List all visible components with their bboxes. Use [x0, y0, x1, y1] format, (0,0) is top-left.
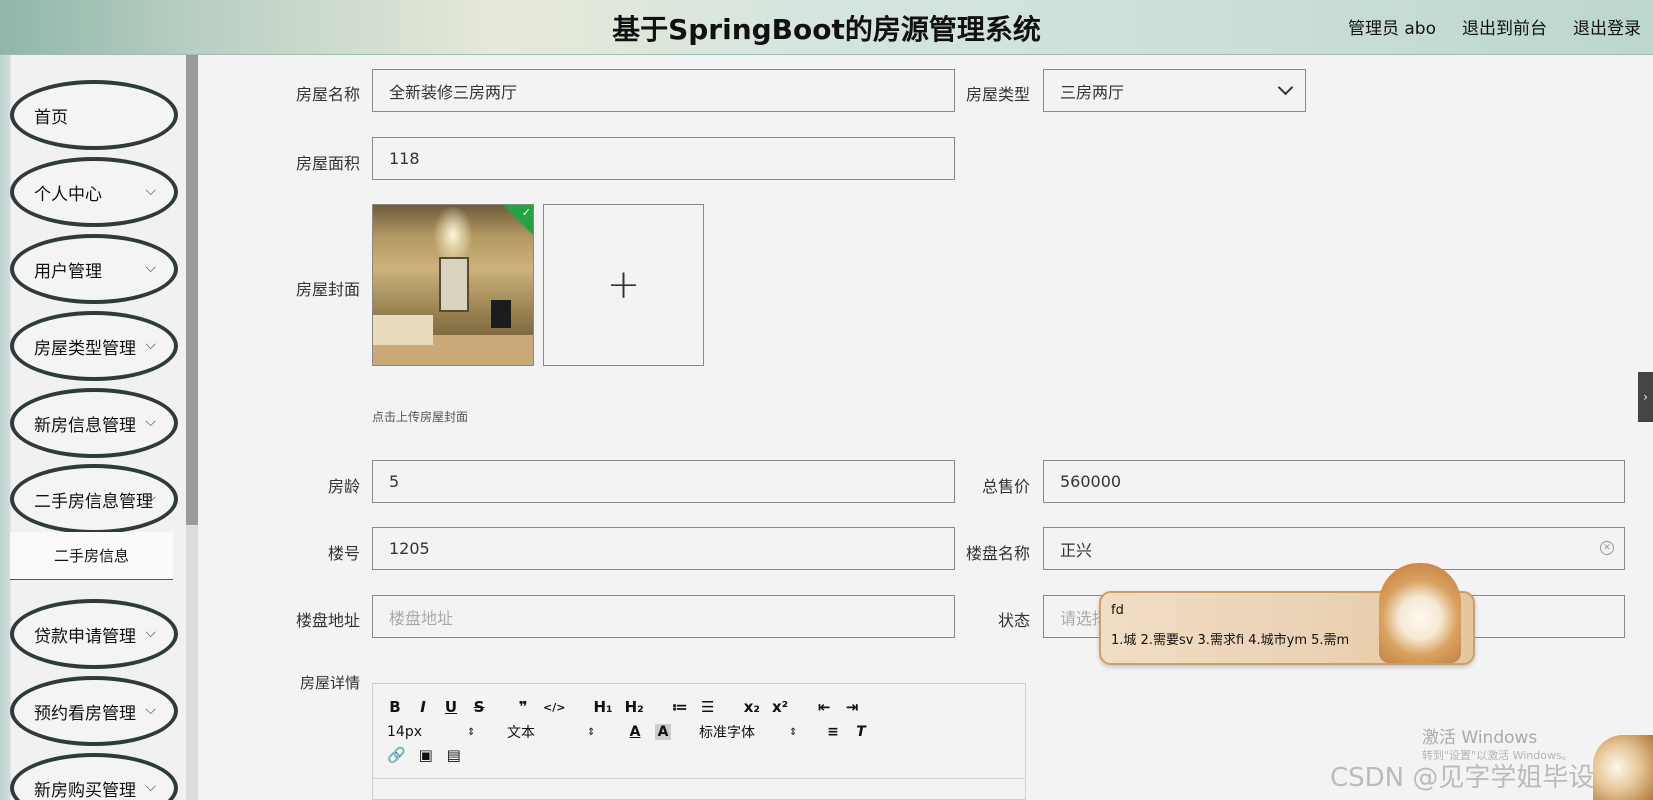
editor-toolbar-row-3: 🔗 ▣ ▤: [387, 746, 474, 764]
sidebar-item-viewing-management[interactable]: 预约看房管理 ⌵: [10, 676, 178, 746]
cover-label: 房屋封面: [295, 280, 360, 299]
bold-icon[interactable]: B: [387, 698, 403, 716]
area-input[interactable]: 118: [372, 137, 955, 180]
estate-name-input[interactable]: 正兴 ✕: [1043, 527, 1625, 570]
editor-toolbar-row-2: 14px ⇕ 文本 ⇕ A A 标准字体 ⇕ ≡ T: [387, 722, 881, 742]
clear-format-icon[interactable]: T: [853, 724, 869, 740]
subscript-icon[interactable]: x₂: [744, 698, 760, 716]
sidebar-subitem-second-hand-info[interactable]: 二手房信息: [10, 532, 173, 580]
sidebar-item-label: 新房信息管理: [34, 415, 136, 436]
total-price-label: 总售价: [981, 477, 1030, 496]
font-size-select[interactable]: 14px: [387, 724, 467, 740]
clear-icon[interactable]: ✕: [1600, 541, 1614, 555]
bullet-list-icon[interactable]: ☰: [700, 698, 716, 716]
sidebar-item-second-hand-management[interactable]: 二手房信息管理 ⌵: [10, 464, 178, 534]
align-icon[interactable]: ≡: [825, 724, 841, 740]
top-header: 基于SpringBoot的房源管理系统 管理员 abo 退出到前台 退出登录: [0, 0, 1653, 55]
up-down-icon: ⇕: [789, 726, 798, 738]
house-type-value: 三房两厅: [1060, 82, 1125, 102]
code-icon[interactable]: </>: [543, 701, 565, 714]
heading1-icon[interactable]: H₁: [593, 698, 612, 716]
superscript-icon[interactable]: x²: [772, 698, 788, 716]
house-name-input[interactable]: 全新装修三房两厅: [372, 69, 955, 112]
up-down-icon: ⇕: [587, 726, 596, 738]
chevron-down-icon: ⌵: [145, 490, 156, 506]
building-no-input[interactable]: 1205: [372, 527, 955, 570]
estate-address-input[interactable]: 楼盘地址: [372, 595, 955, 638]
link-icon[interactable]: 🔗: [387, 746, 406, 764]
exit-to-front-link[interactable]: 退出到前台: [1462, 14, 1547, 39]
total-price-input[interactable]: 560000: [1043, 460, 1625, 503]
estate-name-label: 楼盘名称: [965, 544, 1030, 563]
area-label: 房屋面积: [295, 154, 360, 173]
quote-icon[interactable]: ❞: [515, 698, 531, 716]
underline-icon[interactable]: U: [443, 698, 459, 716]
chevron-down-icon: ⌵: [145, 625, 156, 641]
ime-candidates[interactable]: 1.城 2.需要sv 3.需求fi 4.城市ym 5.需m: [1111, 629, 1349, 648]
chevron-down-icon: ⌵: [145, 260, 156, 276]
block-format-select[interactable]: 文本: [507, 722, 587, 742]
house-name-label: 房屋名称: [295, 85, 360, 104]
admin-user[interactable]: 管理员 abo: [1348, 14, 1436, 39]
sidebar-item-label: 首页: [34, 107, 68, 128]
sidebar-item-label: 房屋类型管理: [34, 338, 136, 359]
estate-name-value: 正兴: [1060, 540, 1093, 560]
editor-toolbar-row-1: B I U S ❞ </> H₁ H₂ ≔ ☰ x₂ x² ⇤ ⇥: [387, 698, 872, 716]
image-icon[interactable]: ▣: [418, 746, 434, 764]
detail-label: 房屋详情: [299, 674, 360, 692]
sidebar-scroll-thumb[interactable]: [186, 55, 198, 525]
sidebar-item-label: 用户管理: [34, 261, 102, 282]
heading2-icon[interactable]: H₂: [625, 698, 644, 716]
font-color-icon[interactable]: A: [627, 724, 643, 740]
expand-panel-button[interactable]: ›: [1638, 372, 1653, 422]
chevron-down-icon: ⌵: [145, 779, 156, 795]
strikethrough-icon[interactable]: S: [471, 698, 487, 716]
chevron-down-icon: ⌵: [145, 337, 156, 353]
sidebar-item-user-management[interactable]: 用户管理 ⌵: [10, 234, 178, 304]
building-no-label: 楼号: [327, 544, 360, 563]
status-label: 状态: [997, 611, 1030, 630]
sidebar-item-label: 新房购买管理: [34, 780, 136, 800]
sidebar-item-label: 个人中心: [34, 184, 102, 205]
plus-icon: +: [606, 262, 641, 308]
chevron-down-icon: ⌵: [145, 183, 156, 199]
sidebar-item-label: 预约看房管理: [34, 703, 136, 724]
ordered-list-icon[interactable]: ≔: [672, 698, 688, 716]
logout-link[interactable]: 退出登录: [1573, 14, 1641, 39]
up-down-icon: ⇕: [467, 726, 476, 738]
age-label: 房龄: [327, 477, 360, 496]
estate-address-label: 楼盘地址: [295, 611, 360, 630]
italic-icon[interactable]: I: [415, 698, 431, 716]
video-icon[interactable]: ▤: [446, 746, 462, 764]
upload-cover-button[interactable]: +: [543, 204, 704, 366]
indent-icon[interactable]: ⇥: [844, 698, 860, 716]
ime-candidate-popup[interactable]: fd 1.城 2.需要sv 3.需求fi 4.城市ym 5.需m: [1099, 563, 1475, 665]
shiba-dog-image: [1379, 563, 1461, 663]
shiba-dog-corner-image: [1593, 735, 1653, 800]
upload-cover-hint: 点击上传房屋封面: [372, 410, 469, 424]
sidebar-item-home[interactable]: 首页: [10, 80, 178, 150]
background-color-icon[interactable]: A: [655, 724, 671, 740]
chevron-down-icon: ⌵: [145, 414, 156, 430]
sidebar-item-label: 贷款申请管理: [34, 626, 136, 647]
outdent-icon[interactable]: ⇤: [816, 698, 832, 716]
csdn-watermark: CSDN @见字学姐毕设: [1330, 763, 1595, 793]
sidebar-item-loan-management[interactable]: 贷款申请管理 ⌵: [10, 599, 178, 669]
cover-image[interactable]: ✓: [372, 204, 534, 366]
sidebar-item-house-type-management[interactable]: 房屋类型管理 ⌵: [10, 311, 178, 381]
house-type-select[interactable]: 三房两厅: [1043, 69, 1306, 112]
house-type-label: 房屋类型: [965, 85, 1030, 104]
chevron-down-icon: ⌵: [145, 702, 156, 718]
age-input[interactable]: 5: [372, 460, 955, 503]
chevron-down-icon: [1279, 82, 1291, 94]
ime-composition: fd: [1111, 603, 1124, 618]
sidebar-item-new-house-management[interactable]: 新房信息管理 ⌵: [10, 388, 178, 458]
sidebar-item-personal-center[interactable]: 个人中心 ⌵: [10, 157, 178, 227]
sidebar-item-label: 二手房信息管理: [34, 491, 153, 512]
font-family-select[interactable]: 标准字体: [699, 722, 789, 742]
uploaded-check-icon: ✓: [503, 205, 533, 235]
windows-activation-watermark: 激活 Windows: [1422, 728, 1538, 748]
rich-text-editor[interactable]: B I U S ❞ </> H₁ H₂ ≔ ☰ x₂ x² ⇤ ⇥ 14px ⇕…: [372, 683, 1026, 800]
header-actions: 管理员 abo 退出到前台 退出登录: [1348, 14, 1641, 39]
